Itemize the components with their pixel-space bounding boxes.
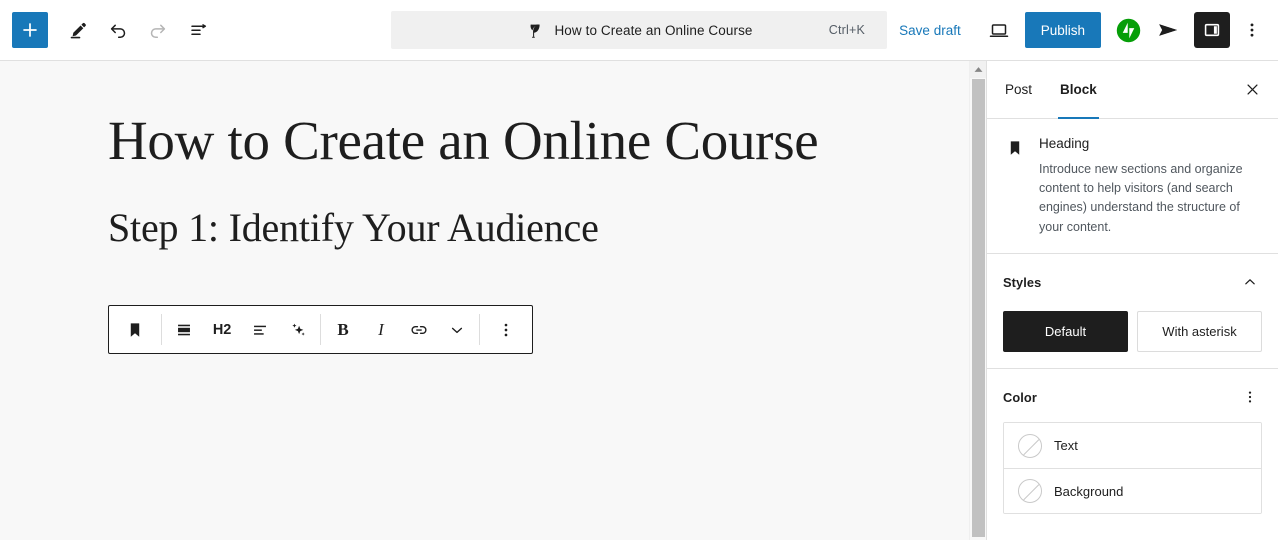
block-toolbar: H2 B I xyxy=(108,305,533,354)
tab-post[interactable]: Post xyxy=(991,61,1046,118)
canvas-scrollbar[interactable] xyxy=(969,61,986,540)
italic-button[interactable]: I xyxy=(362,306,400,353)
color-options-list: Text Background xyxy=(1003,422,1262,515)
style-option-with-asterisk[interactable]: With asterisk xyxy=(1137,311,1262,353)
styles-title: Styles xyxy=(1003,274,1042,290)
save-draft-button[interactable]: Save draft xyxy=(889,15,971,46)
heading-bookmark-icon xyxy=(1003,136,1027,160)
styles-section: Styles Default With asterisk xyxy=(987,254,1278,370)
chevron-down-icon[interactable] xyxy=(438,306,476,353)
post-title[interactable]: How to Create an Online Course xyxy=(0,109,870,174)
chevron-up-icon[interactable] xyxy=(1238,270,1262,294)
styles-header[interactable]: Styles xyxy=(1003,270,1262,294)
block-inserter-button[interactable] xyxy=(12,12,48,48)
bold-button[interactable]: B xyxy=(324,306,362,353)
block-info-description: Introduce new sections and organize cont… xyxy=(1039,161,1243,234)
close-icon[interactable] xyxy=(1236,74,1268,106)
color-options-kebab-icon[interactable] xyxy=(1238,385,1262,409)
jetpack-icon-button[interactable] xyxy=(1110,12,1146,48)
block-style-icon[interactable] xyxy=(165,306,203,353)
command-bar-shortcut: Ctrl+K xyxy=(828,23,865,37)
editor-canvas-wrapper: How to Create an Online Course Step 1: I… xyxy=(0,61,986,540)
scrollbar-thumb[interactable] xyxy=(972,79,985,537)
settings-sidebar-toggle[interactable] xyxy=(1194,12,1230,48)
heading-block[interactable]: Step 1: Identify Your Audience xyxy=(0,204,986,253)
heading-bookmark-icon[interactable] xyxy=(112,306,158,353)
block-type-group xyxy=(109,306,161,353)
color-header: Color xyxy=(1003,385,1262,409)
editor-header: How to Create an Online Course Ctrl+K Sa… xyxy=(0,0,1278,61)
publish-button[interactable]: Publish xyxy=(1024,12,1101,48)
color-section: Color Text Background xyxy=(987,369,1278,530)
command-bar-wrapper: How to Create an Online Course Ctrl+K xyxy=(391,11,887,49)
color-row-label: Text xyxy=(1054,438,1078,454)
block-options-kebab-icon[interactable] xyxy=(483,306,529,353)
undo-button[interactable] xyxy=(100,12,136,48)
document-overview-button[interactable] xyxy=(180,12,216,48)
color-row-text[interactable]: Text xyxy=(1004,423,1261,469)
post-leaf-icon xyxy=(525,21,544,40)
block-options-group xyxy=(480,306,532,353)
tools-pencil-button[interactable] xyxy=(60,12,96,48)
block-info-text: Heading Introduce new sections and organ… xyxy=(1039,135,1262,237)
settings-sidebar: Post Block Heading Introduce new section… xyxy=(986,61,1278,540)
link-icon[interactable] xyxy=(400,306,438,353)
text-formatting-group: B I xyxy=(321,306,479,353)
publicize-send-icon-button[interactable] xyxy=(1150,12,1186,48)
block-controls-group: H2 xyxy=(162,306,320,353)
header-right-tools: Save draft Publish xyxy=(889,12,1278,48)
block-info-section: Heading Introduce new sections and organ… xyxy=(987,119,1278,255)
header-left-tools xyxy=(0,12,216,48)
command-bar[interactable]: How to Create an Online Course Ctrl+K xyxy=(391,11,887,49)
align-text-icon[interactable] xyxy=(241,306,279,353)
color-title: Color xyxy=(1003,389,1037,405)
tab-block[interactable]: Block xyxy=(1046,61,1111,119)
scrollbar-up-arrow-icon[interactable] xyxy=(970,61,986,78)
color-row-label: Background xyxy=(1054,483,1124,499)
editor-body: How to Create an Online Course Step 1: I… xyxy=(0,61,1278,540)
italic-label: I xyxy=(378,319,384,339)
sparkles-icon[interactable] xyxy=(279,306,317,353)
no-color-swatch-icon xyxy=(1018,479,1042,504)
sidebar-tablist: Post Block xyxy=(987,61,1278,119)
redo-button[interactable] xyxy=(140,12,176,48)
editor-canvas[interactable]: How to Create an Online Course Step 1: I… xyxy=(0,61,986,540)
block-info-card: Heading Introduce new sections and organ… xyxy=(1003,135,1262,237)
block-info-title: Heading xyxy=(1039,136,1090,151)
color-row-background[interactable]: Background xyxy=(1004,468,1261,514)
no-color-swatch-icon xyxy=(1018,433,1042,458)
wordpress-block-editor: How to Create an Online Course Ctrl+K Sa… xyxy=(0,0,1278,540)
preview-button[interactable] xyxy=(981,12,1017,48)
command-bar-title: How to Create an Online Course xyxy=(554,22,753,38)
style-option-default[interactable]: Default xyxy=(1003,311,1128,353)
bold-label: B xyxy=(337,319,349,339)
editor-options-kebab-button[interactable] xyxy=(1234,12,1270,48)
styles-options: Default With asterisk xyxy=(1003,311,1262,353)
heading-level-button[interactable]: H2 xyxy=(203,306,241,353)
heading-level-label: H2 xyxy=(212,321,232,338)
